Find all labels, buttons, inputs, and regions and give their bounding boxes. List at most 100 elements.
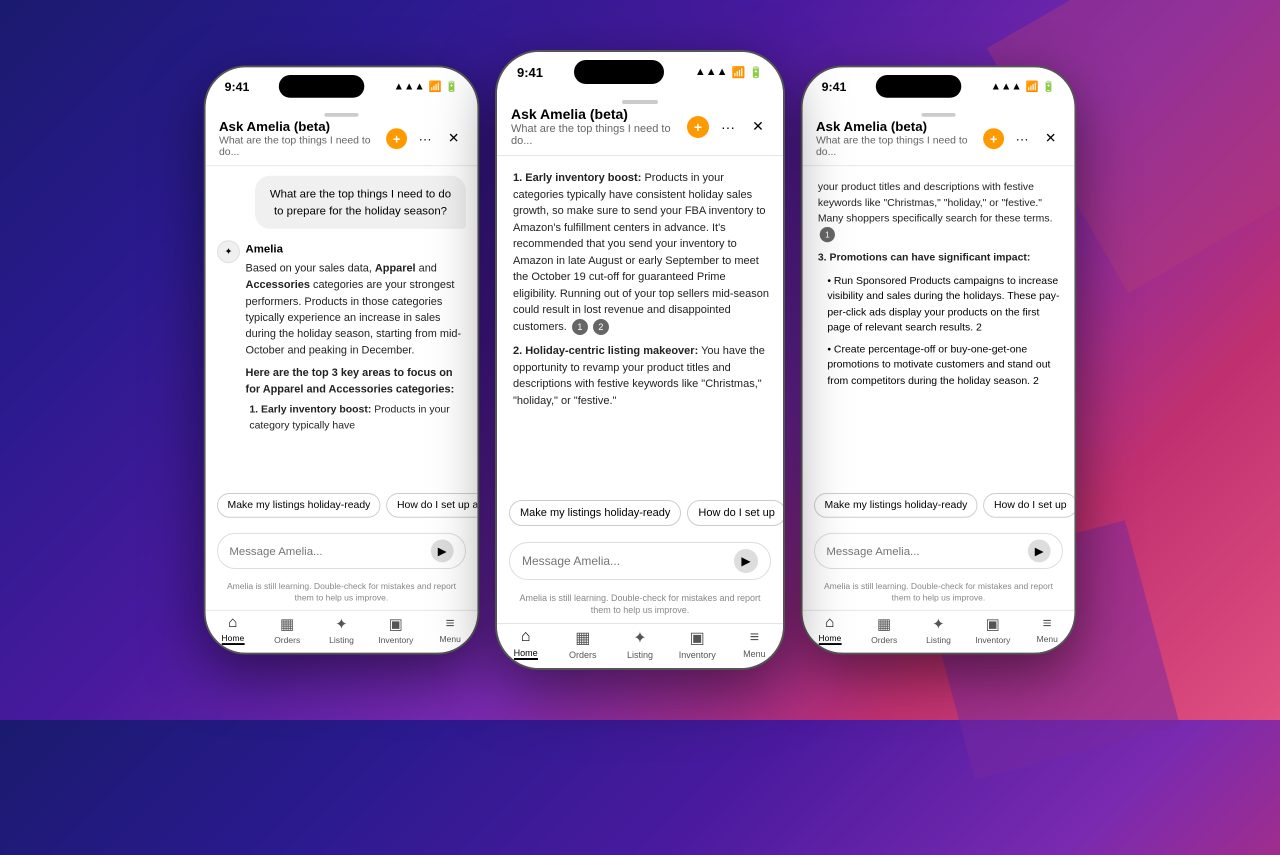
message-input-1[interactable] [229,544,430,557]
quick-reply-btn2-3[interactable]: How do I set up [984,493,1075,518]
chat-content-3: your product titles and descriptions wit… [803,166,1075,485]
num-list-item2-2: 2. Holiday-centric listing makeover: You… [513,343,771,409]
nav-home-label-3: Home [818,634,841,645]
status-bar-1: 9:41 ▲▲▲ 📶 🔋 [206,67,478,101]
nav-orders-1[interactable]: ▦ Orders [260,615,314,645]
nav-home-3[interactable]: ⌂ Home [803,615,857,645]
bottom-nav-2: ⌂ Home ▦ Orders ✦ Listing ▣ Inventory ≡ [497,623,783,668]
amelia-name-1: Amelia [246,240,466,257]
nav-inventory-2[interactable]: ▣ Inventory [669,628,726,660]
quick-reply-btn1-2[interactable]: Make my listings holiday-ready [509,500,681,526]
more-button-1[interactable]: ··· [415,128,436,149]
num-list-item1-2: 1. Early inventory boost: Products in yo… [513,170,771,335]
nav-inventory-3[interactable]: ▣ Inventory [966,615,1020,645]
nav-inventory-1[interactable]: ▣ Inventory [369,615,423,645]
home-icon-2: ⌂ [521,628,531,646]
quick-reply-btn1-3[interactable]: Make my listings holiday-ready [814,493,978,518]
nav-home-label-2: Home [514,648,538,660]
menu-icon-3: ≡ [1043,616,1052,633]
more-button-2[interactable]: ··· [717,116,739,138]
amelia-response-1: ✦ Amelia Based on your sales data, Appar… [217,240,466,440]
status-bar-3: 9:41 ▲▲▲ 📶 🔋 [803,67,1075,101]
drag-handle-1[interactable] [324,113,358,117]
nav-menu-3[interactable]: ≡ Menu [1020,615,1074,645]
battery-icon-1: 🔋 [445,80,458,92]
product-titles-link-3[interactable]: your product titles [818,181,900,192]
wifi-icon-2: 📶 [732,66,746,79]
header-title-2: Ask Amelia (beta) [511,106,687,122]
badge1-3: 1 [820,227,835,242]
dynamic-island-1 [279,75,365,98]
nav-listing-label-3: Listing [926,636,951,646]
send-button-3[interactable]: ▶ [1028,539,1051,562]
num-list-item1-1: 1. Early inventory boost: Products in yo… [249,402,466,433]
quick-reply-btn2-2[interactable]: How do I set up [687,500,783,526]
fba-inventory-link[interactable]: send your FBA inventory [633,205,753,217]
sponsored-link-3[interactable]: Sponsored Products [856,275,951,286]
message-input-2[interactable] [522,554,734,568]
num-list-item0-3: your product titles and descriptions wit… [818,180,1063,243]
listing-icon-1: ✦ [335,615,348,634]
message-input-3[interactable] [826,544,1027,557]
orders-icon-3: ▦ [877,615,891,634]
nav-home-2[interactable]: ⌂ Home [497,628,554,660]
message-input-area-1: ▶ [206,525,478,576]
bullet-item2-3: Create percentage-off or buy-one-get-one… [827,341,1063,388]
wifi-icon-1: 📶 [428,80,441,92]
message-input-row-2: ▶ [509,542,771,580]
nav-menu-1[interactable]: ≡ Menu [423,615,477,645]
nav-home-1[interactable]: ⌂ Home [206,615,260,645]
close-button-1[interactable]: ✕ [443,128,464,149]
nav-menu-2[interactable]: ≡ Menu [726,628,783,660]
quick-reply-btn2-1[interactable]: How do I set up a [387,493,478,518]
more-button-3[interactable]: ··· [1012,128,1033,149]
nav-inventory-label-1: Inventory [378,636,413,646]
home-icon-1: ⌂ [228,615,237,632]
nav-orders-label-2: Orders [569,650,597,660]
nav-inventory-label-2: Inventory [679,650,716,660]
nav-orders-3[interactable]: ▦ Orders [857,615,911,645]
header-subtitle-2: What are the top things I need to do... [511,123,687,147]
message-input-area-2: ▶ [497,534,783,588]
signal-icon-2: ▲▲▲ [695,66,728,78]
nav-menu-label-1: Menu [439,635,460,645]
amelia-header-1: Here are the top 3 key areas to focus on… [246,365,466,398]
add-button-1[interactable]: + [386,128,407,149]
menu-icon-1: ≡ [446,616,455,633]
drag-handle-2[interactable] [622,100,658,104]
wifi-icon-3: 📶 [1025,80,1038,92]
status-icons-3: ▲▲▲ 📶 🔋 [991,80,1056,92]
send-button-2[interactable]: ▶ [734,549,758,573]
battery-icon-3: 🔋 [1042,80,1055,92]
nav-listing-1[interactable]: ✦ Listing [314,615,368,645]
nav-listing-3[interactable]: ✦ Listing [911,615,965,645]
disclaimer-2: Amelia is still learning. Double-check f… [497,588,783,623]
num-list-item3-3: 3. Promotions can have significant impac… [818,250,1063,266]
signal-icon-3: ▲▲▲ [991,81,1022,92]
nav-listing-2[interactable]: ✦ Listing [611,628,668,660]
nav-home-label-1: Home [221,634,244,645]
header-subtitle-3: What are the top things I need to do... [816,135,983,158]
nav-listing-label-1: Listing [329,636,354,646]
listing-icon-3: ✦ [932,615,945,634]
close-button-2[interactable]: ✕ [747,116,769,138]
nav-menu-label-3: Menu [1036,635,1057,645]
add-button-3[interactable]: + [983,128,1004,149]
send-button-1[interactable]: ▶ [431,539,454,562]
menu-icon-2: ≡ [750,629,759,647]
drag-handle-3[interactable] [921,113,955,117]
status-icons-2: ▲▲▲ 📶 🔋 [695,66,763,79]
header-subtitle-1: What are the top things I need to do... [219,135,386,158]
close-button-3[interactable]: ✕ [1040,128,1061,149]
add-button-2[interactable]: + [687,116,709,138]
status-time-2: 9:41 [517,65,543,80]
chat-header-3: Ask Amelia (beta) What are the top thing… [803,102,1075,167]
nav-orders-label-3: Orders [871,636,897,646]
revamp-link[interactable]: revamp your product titles [583,362,710,374]
nav-orders-2[interactable]: ▦ Orders [554,628,611,660]
chat-header-2: Ask Amelia (beta) What are the top thing… [497,88,783,156]
quick-reply-btn1-1[interactable]: Make my listings holiday-ready [217,493,381,518]
orders-icon-2: ▦ [575,628,590,648]
phone-1: 9:41 ▲▲▲ 📶 🔋 Ask Amelia (beta) What are … [204,66,480,655]
message-input-area-3: ▶ [803,525,1075,576]
